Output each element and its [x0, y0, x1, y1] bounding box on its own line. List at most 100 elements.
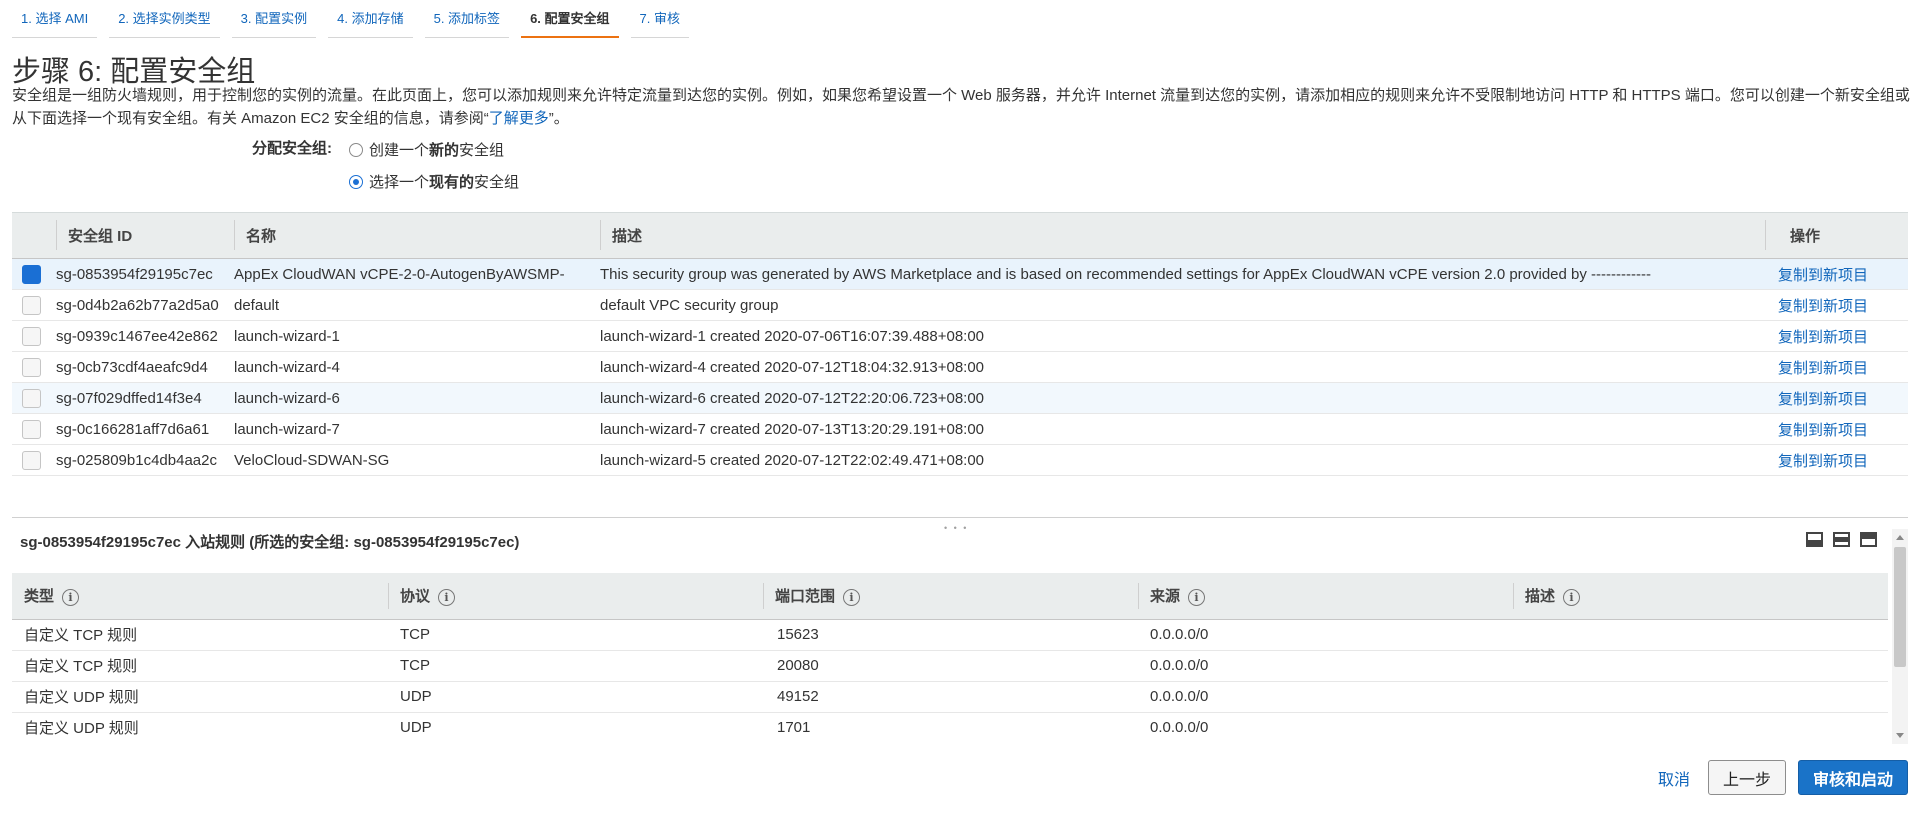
assign-security-group-label: 分配安全组:	[252, 140, 332, 157]
row-checkbox[interactable]	[22, 450, 41, 470]
copy-to-new-link[interactable]: 复制到新项目	[1778, 320, 1908, 352]
select-existing-sg-radio[interactable]	[349, 174, 363, 189]
sg-desc-cell: launch-wizard-7 created 2020-07-13T13:20…	[600, 413, 1778, 445]
create-new-sg-option[interactable]: 创建一个 新的 安全组	[349, 139, 504, 160]
row-checkbox[interactable]	[22, 295, 41, 315]
table-row: 自定义 TCP 规则 TCP 20080 0.0.0.0/0	[12, 650, 1888, 682]
copy-to-new-link[interactable]: 复制到新项目	[1778, 258, 1908, 290]
port-header-label: 端口范围	[775, 588, 836, 606]
learn-more-link[interactable]: 了解更多	[489, 110, 549, 127]
sg-name-cell: launch-wizard-6	[234, 382, 600, 414]
source-header-label: 来源	[1150, 588, 1181, 606]
protocol-column-header[interactable]: 协议 i	[388, 573, 763, 620]
row-checkbox[interactable]	[22, 264, 41, 284]
copy-to-new-link[interactable]: 复制到新项目	[1778, 351, 1908, 383]
description-end: ”。	[548, 110, 569, 127]
layout-bottom-icon[interactable]	[1806, 532, 1823, 547]
source-column-header[interactable]: 来源 i	[1138, 573, 1513, 620]
table-row[interactable]: sg-0cb73cdf4aeafc9d4 launch-wizard-4 lau…	[12, 351, 1908, 383]
rule-type-cell: 自定义 TCP 规则	[12, 650, 388, 682]
column-divider	[388, 583, 389, 609]
info-icon[interactable]: i	[62, 588, 80, 606]
type-column-header[interactable]: 类型 i	[12, 573, 388, 620]
sg-desc-cell: default VPC security group	[600, 289, 1778, 321]
copy-to-new-link[interactable]: 复制到新项目	[1778, 289, 1908, 321]
table-row[interactable]: sg-0939c1467ee42e862 launch-wizard-1 lau…	[12, 320, 1908, 352]
sg-id-column-header[interactable]: 安全组 ID	[56, 212, 234, 259]
rule-desc-cell	[1513, 650, 1888, 682]
sg-name-cell: default	[234, 289, 600, 321]
info-icon[interactable]: i	[438, 588, 456, 606]
column-divider	[1513, 583, 1514, 609]
sg-name-cell: VeloCloud-SDWAN-SG	[234, 444, 600, 476]
info-icon[interactable]: i	[843, 588, 861, 606]
create-new-sg-post: 安全组	[459, 142, 505, 159]
rule-type-cell: 自定义 UDP 规则	[12, 681, 388, 713]
create-new-sg-pre: 创建一个	[369, 142, 430, 159]
select-existing-sg-bold: 现有的	[429, 174, 475, 191]
sg-name-cell: launch-wizard-1	[234, 320, 600, 352]
copy-to-new-link[interactable]: 复制到新项目	[1778, 413, 1908, 445]
create-new-sg-radio[interactable]	[349, 142, 363, 157]
scrollbar-thumb[interactable]	[1894, 547, 1906, 667]
row-select-cell	[12, 413, 56, 445]
layout-middle-icon[interactable]	[1833, 532, 1850, 547]
select-existing-sg-pre: 选择一个	[369, 174, 430, 191]
scroll-down-icon[interactable]	[1896, 733, 1904, 738]
row-checkbox[interactable]	[22, 419, 41, 439]
layout-top-icon[interactable]	[1860, 532, 1877, 547]
port-column-header[interactable]: 端口范围 i	[763, 573, 1138, 620]
sg-desc-cell: launch-wizard-5 created 2020-07-12T22:02…	[600, 444, 1778, 476]
select-existing-sg-post: 安全组	[474, 174, 520, 191]
sg-name-cell: launch-wizard-4	[234, 351, 600, 383]
sg-desc-cell: This security group was generated by AWS…	[600, 258, 1778, 290]
panel-layout-controls	[1806, 532, 1877, 547]
sg-desc-cell: launch-wizard-4 created 2020-07-12T18:04…	[600, 351, 1778, 383]
step-review[interactable]: 7. 审核	[630, 0, 690, 38]
wizard-footer: 取消 上一步 审核和启动	[1652, 760, 1908, 795]
inbound-rules-scroll-area[interactable]: 类型 i 协议 i 端口范围 i 来源 i 描述 i 自定义 TCP 规则 TCP 156…	[12, 573, 1888, 743]
row-checkbox[interactable]	[22, 388, 41, 408]
step-configure-instance[interactable]: 3. 配置实例	[231, 0, 317, 38]
row-select-cell	[12, 289, 56, 321]
step-add-storage[interactable]: 4. 添加存储	[328, 0, 414, 38]
inbound-rules-table: 类型 i 协议 i 端口范围 i 来源 i 描述 i 自定义 TCP 规则 TCP 156…	[12, 573, 1888, 743]
info-icon[interactable]: i	[1188, 588, 1206, 606]
info-icon[interactable]: i	[1563, 588, 1581, 606]
table-row[interactable]: sg-0d4b2a62b77a2d5a0 default default VPC…	[12, 289, 1908, 321]
sg-desc-column-header[interactable]: 描述	[600, 212, 1778, 259]
table-row[interactable]: sg-0c166281aff7d6a61 launch-wizard-7 lau…	[12, 413, 1908, 445]
copy-to-new-link[interactable]: 复制到新项目	[1778, 444, 1908, 476]
table-row: 自定义 TCP 规则 TCP 15623 0.0.0.0/0	[12, 619, 1888, 651]
cancel-button[interactable]: 取消	[1652, 766, 1696, 790]
step-instance-type[interactable]: 2. 选择实例类型	[109, 0, 221, 38]
sg-name-column-header[interactable]: 名称	[234, 212, 600, 259]
rule-type-cell: 自定义 UDP 规则	[12, 712, 388, 743]
row-checkbox[interactable]	[22, 326, 41, 346]
row-checkbox[interactable]	[22, 357, 41, 377]
table-row: 自定义 UDP 规则 UDP 1701 0.0.0.0/0	[12, 712, 1888, 743]
table-row[interactable]: sg-0853954f29195c7ec AppEx CloudWAN vCPE…	[12, 258, 1908, 290]
copy-to-new-link[interactable]: 复制到新项目	[1778, 382, 1908, 414]
step-choose-ami[interactable]: 1. 选择 AMI	[12, 0, 98, 38]
step-add-tags[interactable]: 5. 添加标签	[424, 0, 510, 38]
panel-divider[interactable]	[12, 517, 1908, 518]
column-divider	[1138, 583, 1139, 609]
sg-desc-cell: launch-wizard-1 created 2020-07-06T16:07…	[600, 320, 1778, 352]
scroll-up-icon[interactable]	[1896, 535, 1904, 540]
step-security-group[interactable]: 6. 配置安全组	[521, 0, 620, 38]
table-row[interactable]: sg-07f029dffed14f3e4 launch-wizard-6 lau…	[12, 382, 1908, 414]
rule-desc-column-header[interactable]: 描述 i	[1513, 573, 1888, 620]
previous-button[interactable]: 上一步	[1707, 760, 1786, 795]
table-row[interactable]: sg-025809b1c4db4aa2c VeloCloud-SDWAN-SG …	[12, 444, 1908, 476]
rule-source-cell: 0.0.0.0/0	[1138, 712, 1513, 743]
sg-id-cell: sg-0d4b2a62b77a2d5a0	[56, 289, 234, 321]
panel-resize-grip[interactable]: • • •	[944, 523, 968, 533]
review-and-launch-button[interactable]: 审核和启动	[1797, 760, 1908, 795]
panel-scrollbar[interactable]	[1892, 529, 1908, 744]
rule-type-cell: 自定义 TCP 规则	[12, 619, 388, 651]
create-new-sg-bold: 新的	[429, 142, 460, 159]
column-divider	[234, 220, 235, 250]
select-existing-sg-option[interactable]: 选择一个 现有的 安全组	[349, 171, 519, 192]
row-select-cell	[12, 320, 56, 352]
